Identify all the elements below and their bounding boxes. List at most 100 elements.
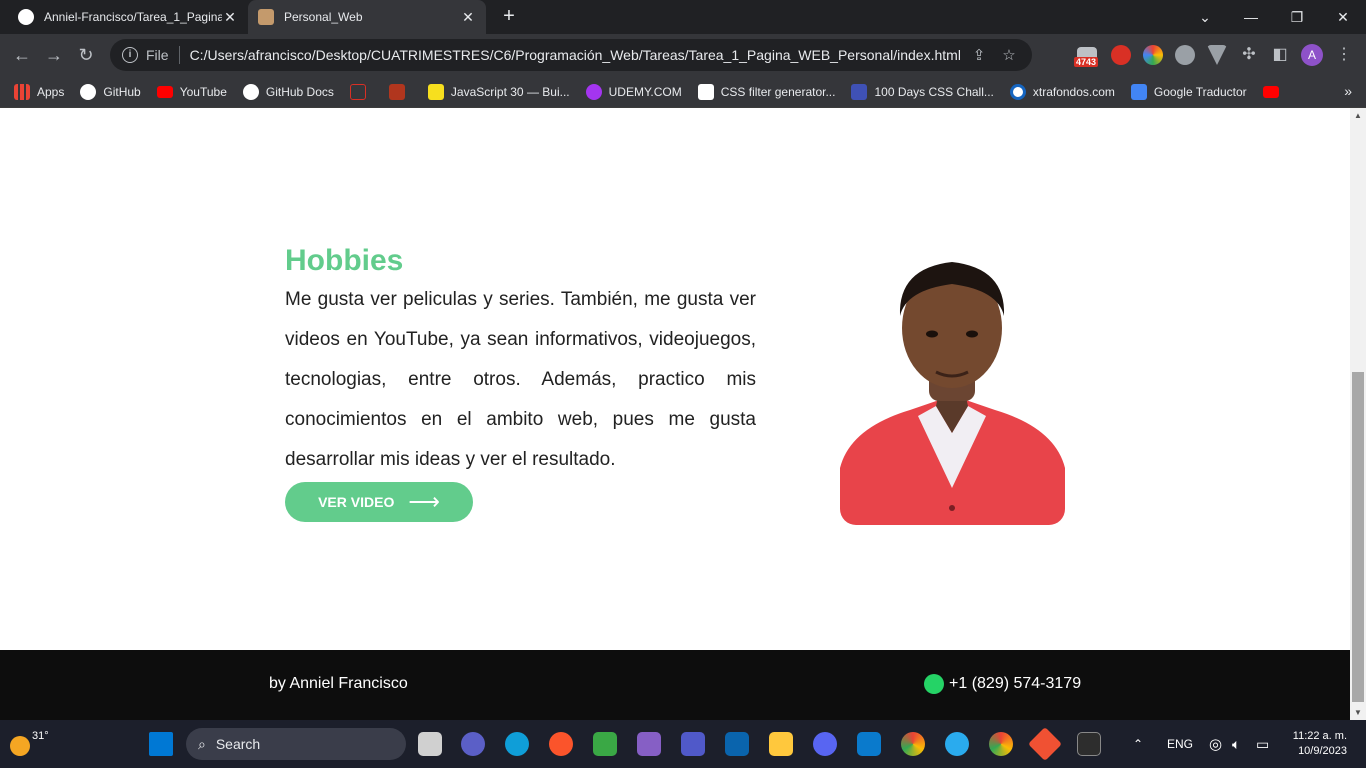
forward-icon[interactable]: → xyxy=(41,42,67,68)
bookmark-js30[interactable]: JavaScript 30 — Bui... xyxy=(427,83,570,100)
bookmark-label: JavaScript 30 — Bui... xyxy=(450,84,570,99)
language-indicator[interactable]: ENG xyxy=(1167,720,1193,768)
bookmark-label: Google Traductor xyxy=(1153,84,1247,99)
url-text[interactable]: C:/Users/afrancisco/Desktop/CUATRIMESTRE… xyxy=(190,47,960,63)
phone-number: +1 (829) 574-3179 xyxy=(949,675,1082,692)
bookmark-label: xtrafondos.com xyxy=(1032,84,1115,99)
bookmark-100-days-css[interactable]: 100 Days CSS Chall... xyxy=(851,83,994,100)
watch-video-button[interactable]: VER VIDEO ⟶ xyxy=(285,482,473,522)
close-tab-icon[interactable]: ✕ xyxy=(460,9,476,26)
battery-icon[interactable]: ▭ xyxy=(1256,720,1269,768)
page-scrollbar[interactable]: ▲ ▼ xyxy=(1350,108,1366,720)
browser-toolbar: ← → ↻ i File C:/Users/afrancisco/Desktop… xyxy=(0,34,1366,76)
windows-taskbar: 31° ⌕ Search ⌃ ENG ◎ 🔈︎ ▭ 11:22 a. m. 10… xyxy=(0,720,1366,768)
close-window-icon[interactable]: ✕ xyxy=(1320,0,1366,34)
footer-author: by Anniel Francisco xyxy=(269,675,408,692)
clock-date: 10/9/2023 xyxy=(1298,745,1347,757)
outlook-icon[interactable] xyxy=(725,732,749,756)
youtube-icon xyxy=(156,85,173,98)
bookmark-label: Apps xyxy=(37,84,65,99)
visual-studio-icon[interactable] xyxy=(637,732,661,756)
brave-icon[interactable] xyxy=(549,732,573,756)
watch-video-label: VER VIDEO xyxy=(318,494,395,510)
terminal-icon[interactable] xyxy=(1077,732,1101,756)
address-bar[interactable]: i File C:/Users/afrancisco/Desktop/CUATR… xyxy=(110,39,1032,71)
profile-avatar[interactable]: A xyxy=(1301,44,1323,66)
chrome-profile-icon[interactable] xyxy=(989,732,1013,756)
person-favicon-icon xyxy=(258,9,274,25)
scrollbar-thumb[interactable] xyxy=(1352,372,1364,702)
weather-widget[interactable]: 31° xyxy=(10,730,49,756)
whatsapp-icon xyxy=(924,674,944,694)
telegram-icon[interactable] xyxy=(945,732,969,756)
codepen-icon xyxy=(697,83,714,100)
arrow-right-icon: ⟶ xyxy=(408,489,440,514)
clock-time: 11:22 a. m. xyxy=(1292,730,1347,742)
page-footer: by Anniel Francisco +1 (829) 574-3179 xyxy=(0,650,1350,720)
adblock-icon[interactable] xyxy=(1111,45,1131,65)
share-icon[interactable]: ⇪ xyxy=(968,46,990,64)
apps-grid-icon xyxy=(14,83,30,100)
tab-github[interactable]: Anniel-Francisco/Tarea_1_Pagina_ ✕ xyxy=(8,0,248,34)
page-viewport: Hobbies Me gusta ver peliculas y series.… xyxy=(0,108,1350,720)
meet-icon[interactable] xyxy=(461,732,485,756)
github-icon xyxy=(18,9,34,25)
bookmark-youtube[interactable]: YouTube xyxy=(156,85,227,99)
color-picker-icon[interactable] xyxy=(1143,45,1163,65)
bookmark-github-docs[interactable]: GitHub Docs xyxy=(242,83,334,100)
menu-kebab-icon[interactable]: ⋮ xyxy=(1331,42,1357,68)
side-panel-icon[interactable]: ◧ xyxy=(1267,42,1293,68)
bookmark-udemy[interactable]: UDEMY.COM xyxy=(585,83,682,100)
tab-search-icon[interactable]: ⌄ xyxy=(1182,0,1228,34)
udemy-icon xyxy=(585,83,602,100)
vscode-icon[interactable] xyxy=(857,732,881,756)
discord-icon[interactable] xyxy=(813,732,837,756)
bookmarks-bar: Apps GitHub YouTube GitHub Docs JavaScri… xyxy=(0,76,1366,108)
scroll-down-icon[interactable]: ▼ xyxy=(1354,708,1362,717)
minimize-icon[interactable]: — xyxy=(1228,0,1274,34)
bookmark-codewars[interactable] xyxy=(388,83,412,100)
network-icon[interactable]: ◎ xyxy=(1209,720,1222,768)
bookmark-css-filter[interactable]: CSS filter generator... xyxy=(697,83,835,100)
edge-icon[interactable] xyxy=(505,732,529,756)
bookmark-youtube-2[interactable] xyxy=(1262,85,1286,98)
chrome-icon[interactable] xyxy=(901,732,925,756)
new-tab-icon[interactable]: + xyxy=(498,6,520,28)
vue-devtools-icon[interactable] xyxy=(1207,45,1227,65)
youtube-icon xyxy=(1262,85,1279,98)
scroll-up-icon[interactable]: ▲ xyxy=(1354,111,1362,120)
codewars-icon xyxy=(388,83,405,100)
close-tab-icon[interactable]: ✕ xyxy=(222,9,238,26)
bookmarks-overflow-icon[interactable]: » xyxy=(1344,83,1352,99)
bookmark-label: GitHub Docs xyxy=(265,84,334,99)
back-icon[interactable]: ← xyxy=(9,42,35,68)
task-view-icon[interactable] xyxy=(418,732,442,756)
bookmark-github[interactable]: GitHub xyxy=(80,83,141,100)
portrait-illustration xyxy=(840,262,1065,525)
taskbar-search[interactable]: ⌕ Search xyxy=(186,728,406,760)
tab-title: Anniel-Francisco/Tarea_1_Pagina_ xyxy=(44,10,222,24)
file-explorer-icon[interactable] xyxy=(769,732,793,756)
copilot-icon[interactable] xyxy=(593,732,617,756)
git-icon[interactable] xyxy=(1028,727,1062,761)
volume-icon[interactable]: 🔈︎ xyxy=(1232,720,1240,768)
taskbar-clock[interactable]: 11:22 a. m. 10/9/2023 xyxy=(1283,729,1347,759)
bookmark-label: GitHub xyxy=(103,84,141,99)
extension-circle-icon[interactable] xyxy=(1175,45,1195,65)
bookmark-star-icon[interactable]: ☆ xyxy=(998,46,1020,64)
bookmark-code[interactable] xyxy=(349,83,373,100)
bookmark-label: 100 Days CSS Chall... xyxy=(874,84,994,99)
bookmark-apps[interactable]: Apps xyxy=(14,83,65,100)
teams-icon[interactable] xyxy=(681,732,705,756)
extensions-puzzle-icon[interactable]: ✣ xyxy=(1236,42,1262,68)
bookmark-xtrafondos[interactable]: xtrafondos.com xyxy=(1009,83,1115,100)
restore-icon[interactable]: ❐ xyxy=(1274,0,1320,34)
hidden-icons-chevron[interactable]: ⌃ xyxy=(1133,720,1143,768)
windows-start-icon[interactable] xyxy=(149,732,173,756)
bookmark-google-translate[interactable]: Google Traductor xyxy=(1130,83,1247,100)
tab-strip: Anniel-Francisco/Tarea_1_Pagina_ ✕ Perso… xyxy=(0,0,1366,34)
footer-phone[interactable]: +1 (829) 574-3179 xyxy=(924,674,1081,694)
reload-icon[interactable]: ↻ xyxy=(73,42,99,68)
info-icon[interactable]: i xyxy=(122,47,138,63)
tab-personal-web[interactable]: Personal_Web ✕ xyxy=(248,0,486,34)
